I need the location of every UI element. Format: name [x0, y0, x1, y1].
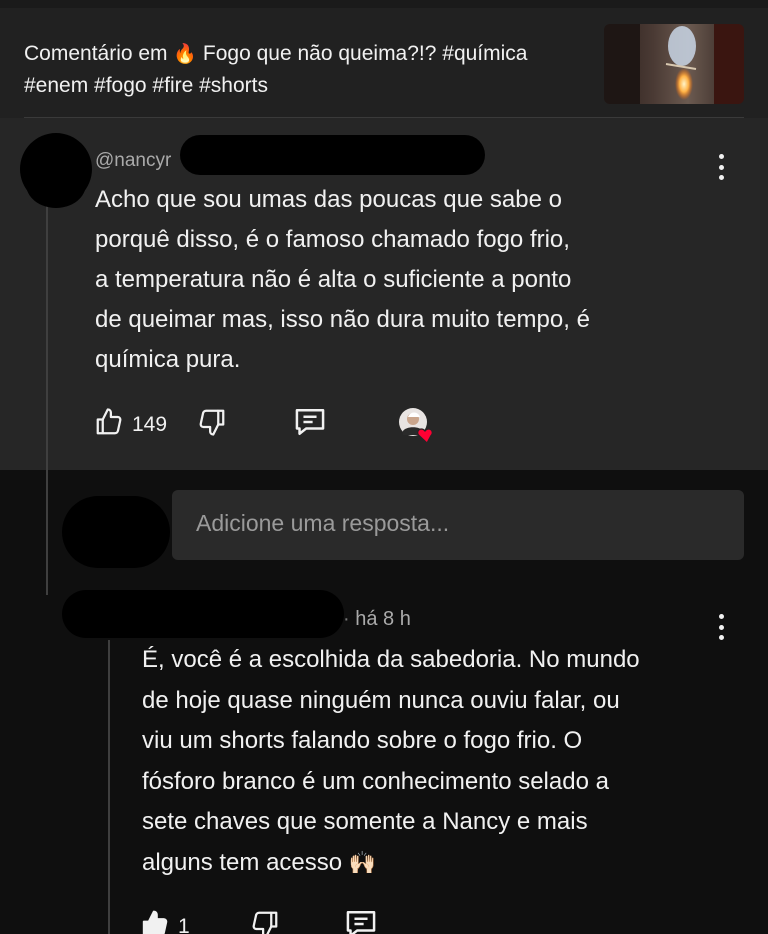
reply-actions: 1 — [140, 908, 378, 934]
comment-line: a temperatura não é alta o suficiente a … — [95, 266, 572, 293]
comment-text: Acho que sou umas das poucas que sabe o … — [95, 180, 695, 380]
thumbs-down-icon[interactable] — [250, 909, 280, 934]
reply-icon[interactable] — [293, 406, 327, 443]
comment-actions: 149 — [94, 406, 327, 443]
reply-like-count: 1 — [178, 914, 190, 934]
reply-input-placeholder: Adicione uma resposta... — [196, 510, 450, 536]
comment-author-handle[interactable]: @nancyr — [95, 150, 171, 172]
like-count: 149 — [132, 412, 168, 436]
header-title[interactable]: Comentário em 🔥 Fogo que não queima?!? #… — [24, 38, 594, 101]
avatar-redacted-part — [26, 160, 86, 208]
header-title-prefix: Comentário em — [24, 42, 168, 65]
fire-emoji: 🔥 — [173, 44, 198, 65]
reply-input[interactable]: Adicione uma resposta... — [172, 490, 744, 560]
comments-screen: Comentário em 🔥 Fogo que não queima?!? #… — [0, 0, 768, 934]
comments-header: Comentário em 🔥 Fogo que não queima?!? #… — [0, 8, 768, 118]
comment-line: de queimar mas, isso não dura muito temp… — [95, 306, 590, 333]
reply-thread-line — [108, 640, 110, 934]
handle-redaction — [180, 135, 485, 175]
reply-line: alguns tem acesso 🙌🏻 — [142, 843, 732, 884]
reply-line: sete chaves que somente a Nancy e mais — [142, 808, 588, 835]
reply-timestamp-text: há 8 h — [355, 608, 411, 630]
thumbs-down-icon[interactable] — [197, 407, 227, 442]
reply-timestamp: · há 8 h — [343, 608, 411, 630]
more-vert-icon[interactable] — [718, 614, 724, 640]
comment-line: Acho que sou umas das poucas que sabe o — [95, 186, 562, 213]
creator-heart-icon — [398, 407, 440, 445]
reply-text: É, você é a escolhida da sabedoria. No m… — [142, 640, 732, 883]
video-thumbnail[interactable] — [604, 24, 744, 104]
own-avatar-redacted — [62, 496, 170, 568]
top-strip — [0, 0, 768, 8]
reply-icon[interactable] — [344, 908, 378, 934]
comment-line: química pura. — [95, 346, 241, 373]
raised-hands-emoji: 🙌🏻 — [348, 849, 377, 875]
thumbs-up-icon[interactable] — [94, 407, 124, 442]
more-vert-icon[interactable] — [718, 154, 724, 180]
reply-line: de hoje quase ninguém nunca ouviu falar,… — [142, 686, 620, 714]
comment-line: porquê disso, é o famoso chamado fogo fr… — [95, 226, 570, 253]
thread-line — [46, 205, 48, 595]
reply-line: viu um shorts falando sobre o fogo frio.… — [142, 727, 583, 754]
reply-line: É, você é a escolhida da sabedoria. No m… — [142, 646, 640, 673]
thumbs-up-filled-icon[interactable] — [140, 909, 170, 934]
reply-line: fósforo branco é um conhecimento selado … — [142, 767, 609, 795]
reply-author-redaction[interactable] — [62, 590, 344, 638]
reply-line-text: alguns tem acesso — [142, 848, 343, 876]
